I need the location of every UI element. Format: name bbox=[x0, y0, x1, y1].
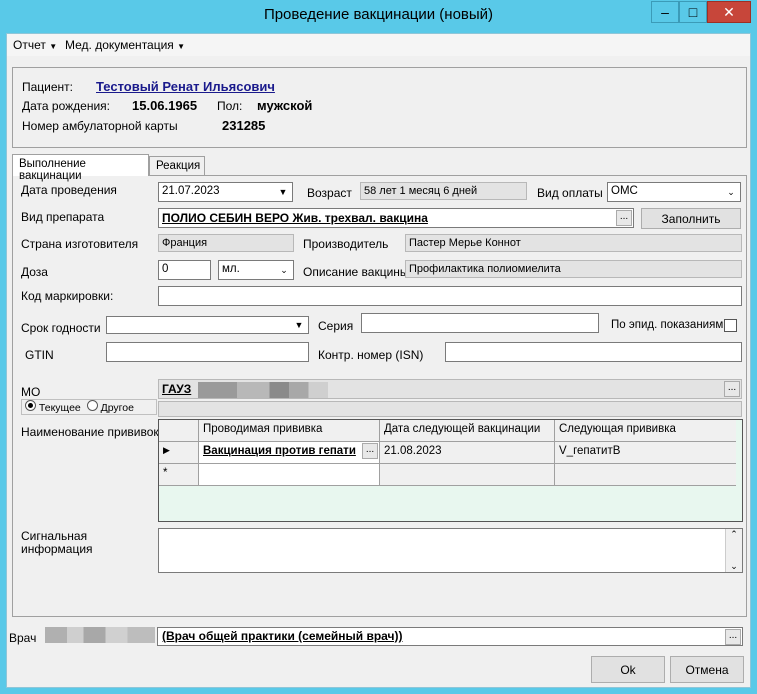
date-label: Дата проведения bbox=[21, 183, 117, 197]
tab-reaction[interactable]: Реакция bbox=[149, 156, 205, 176]
grid-header[interactable]: Проводимая прививка bbox=[199, 420, 380, 442]
gtin-label: GTIN bbox=[25, 348, 54, 362]
table-row-next-vaccination[interactable]: V_гепатитВ bbox=[555, 442, 736, 464]
series-label: Серия bbox=[318, 319, 354, 333]
mo-label: МО bbox=[21, 385, 41, 399]
drug-label: Вид препарата bbox=[21, 210, 105, 224]
manufacturer-value: Пастер Мерье Коннот bbox=[405, 234, 742, 252]
chevron-down-icon: ▼ bbox=[49, 42, 58, 51]
menu-med-docs[interactable]: Мед. документация ▼ bbox=[65, 38, 185, 52]
age-value: 58 лет 1 месяц 6 дней bbox=[360, 182, 527, 200]
epid-checkbox[interactable] bbox=[724, 319, 737, 332]
scrollbar[interactable]: ⌃ ⌄ bbox=[725, 529, 742, 572]
grid-header[interactable]: Следующая прививка bbox=[555, 420, 736, 442]
new-row-cell[interactable] bbox=[380, 464, 555, 486]
table-row-next-date[interactable]: 21.08.2023 bbox=[380, 442, 555, 464]
minimize-icon[interactable]: – bbox=[651, 1, 679, 23]
table-row-vaccination[interactable]: Вакцинация против гепати ... bbox=[199, 442, 380, 464]
mo-radio-other[interactable] bbox=[86, 400, 98, 411]
scroll-up-icon[interactable]: ⌃ bbox=[726, 529, 742, 540]
new-row-cell[interactable] bbox=[555, 464, 736, 486]
chevron-down-icon: ▼ bbox=[278, 187, 288, 197]
maximize-icon[interactable]: □ bbox=[679, 1, 707, 23]
ellipsis-icon[interactable]: ... bbox=[725, 629, 741, 645]
expiry-label: Срок годности bbox=[21, 321, 101, 335]
card-label: Номер амбулаторной карты bbox=[22, 119, 178, 133]
control-input[interactable] bbox=[445, 342, 742, 362]
ellipsis-icon[interactable]: ... bbox=[362, 443, 378, 459]
manufacturer-label: Производитель bbox=[303, 237, 389, 251]
sex-label: Пол: bbox=[217, 99, 243, 113]
close-icon[interactable]: ✕ bbox=[707, 1, 751, 23]
redacted-organization bbox=[198, 382, 328, 398]
patient-label: Пациент: bbox=[22, 80, 74, 94]
country-value: Франция bbox=[158, 234, 294, 252]
epid-label: По эпид. показаниям bbox=[611, 319, 724, 331]
window-title: Проведение вакцинации (новый) bbox=[263, 6, 494, 23]
cancel-button[interactable]: Отмена bbox=[670, 656, 744, 683]
grid-corner bbox=[159, 420, 199, 442]
new-row-cell[interactable] bbox=[199, 464, 380, 486]
payment-select[interactable]: ОМС ⌄ bbox=[607, 182, 741, 202]
chevron-down-icon: ⌄ bbox=[280, 265, 288, 275]
dob-value: 15.06.1965 bbox=[132, 98, 198, 113]
marking-input[interactable] bbox=[158, 286, 742, 306]
series-input[interactable] bbox=[361, 313, 599, 333]
description-label: Описание вакцины bbox=[303, 265, 409, 279]
drug-field[interactable]: ПОЛИО СЕБИН ВЕРО Жив. трехвал. вакцина .… bbox=[158, 208, 634, 228]
sex-value: мужской bbox=[257, 98, 313, 113]
vaccinations-label: Наименование прививок bbox=[21, 425, 159, 439]
date-picker[interactable]: 21.07.2023 ▼ bbox=[158, 182, 293, 202]
patient-name-link[interactable]: Тестовый Ренат Ильясович bbox=[96, 79, 275, 94]
card-number: 231285 bbox=[222, 118, 266, 133]
marking-label: Код маркировки: bbox=[21, 289, 114, 303]
new-row-marker[interactable]: * bbox=[159, 464, 199, 486]
gtin-input[interactable] bbox=[106, 342, 309, 362]
mo-radio-group: Текущее Другое bbox=[21, 399, 157, 415]
menu-report[interactable]: Отчет ▼ bbox=[13, 38, 57, 52]
control-label: Контр. номер (ISN) bbox=[318, 348, 424, 362]
doctor-field[interactable]: (Врач общей практики (семейный врач)) ..… bbox=[157, 627, 743, 646]
fill-button[interactable]: Заполнить bbox=[641, 208, 741, 229]
chevron-down-icon: ▼ bbox=[294, 320, 304, 330]
age-label: Возраст bbox=[307, 186, 352, 200]
signal-label: Сигнальная информация bbox=[21, 529, 93, 556]
tab-vaccination[interactable]: Выполнение вакцинации bbox=[12, 154, 149, 182]
ellipsis-icon[interactable]: ... bbox=[616, 210, 632, 226]
row-selector-icon[interactable]: ▶ bbox=[159, 442, 199, 464]
chevron-down-icon: ▼ bbox=[177, 42, 186, 51]
dose-input[interactable]: 0 bbox=[158, 260, 211, 280]
dialog-client: Отчет ▼ Мед. документация ▼ Пациент: Тес… bbox=[6, 33, 751, 688]
ok-button[interactable]: Ok bbox=[591, 656, 665, 683]
dose-label: Доза bbox=[21, 265, 48, 279]
mo-other-field[interactable] bbox=[158, 401, 742, 417]
grid-header[interactable]: Дата следующей вакцинации bbox=[380, 420, 555, 442]
menu-bar: Отчет ▼ Мед. документация ▼ bbox=[7, 34, 750, 56]
redacted-doctor-name bbox=[45, 627, 155, 643]
tab-panel-vaccination: Дата проведения 21.07.2023 ▼ Возраст 58 … bbox=[12, 175, 747, 617]
description-value: Профилактика полиомиелита bbox=[405, 260, 742, 278]
scroll-down-icon[interactable]: ⌄ bbox=[726, 561, 742, 572]
mo-radio-current[interactable] bbox=[25, 400, 36, 411]
country-label: Страна изготовителя bbox=[21, 237, 139, 251]
dose-unit-select[interactable]: мл. ⌄ bbox=[218, 260, 294, 280]
doctor-label: Врач bbox=[9, 631, 37, 645]
expiry-select[interactable]: ▼ bbox=[106, 316, 309, 334]
vaccinations-grid[interactable]: Проводимая прививка Дата следующей вакци… bbox=[158, 419, 743, 522]
signal-textarea[interactable]: ⌃ ⌄ bbox=[158, 528, 743, 573]
ellipsis-icon[interactable]: ... bbox=[724, 381, 740, 397]
payment-label: Вид оплаты bbox=[537, 186, 603, 200]
chevron-down-icon: ⌄ bbox=[727, 187, 735, 197]
dob-label: Дата рождения: bbox=[22, 99, 110, 113]
patient-info-panel: Пациент: Тестовый Ренат Ильясович Дата р… bbox=[12, 67, 747, 148]
